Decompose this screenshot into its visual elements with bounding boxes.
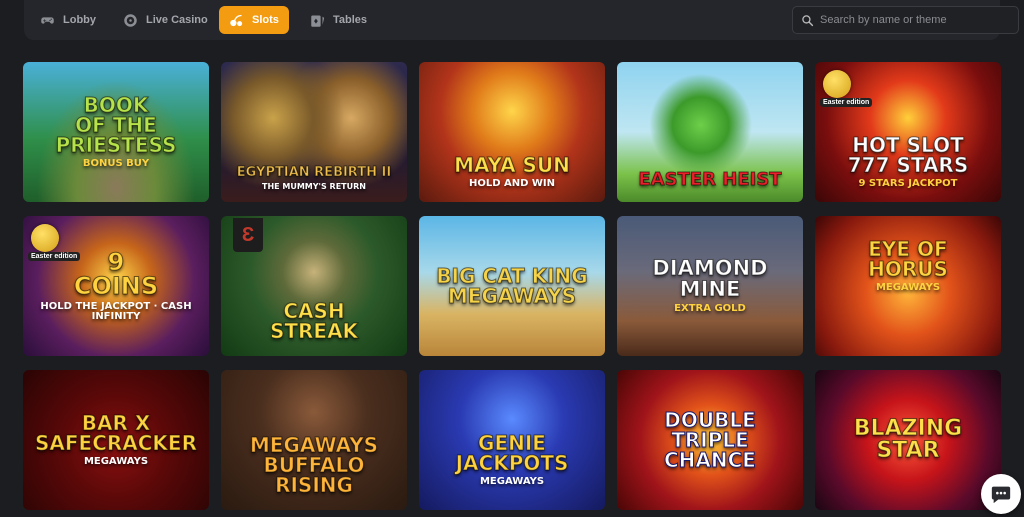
slots-game-grid: Book of the Priestess Bonus Buy Egyptian … [23, 62, 1001, 510]
easter-edition-badge-label: Easter edition [820, 98, 873, 107]
game-title: Megaways Buffalo Rising [249, 433, 379, 497]
tab-tables[interactable]: Tables [300, 6, 377, 34]
tab-lobby[interactable]: Lobby [30, 6, 106, 34]
game-title: Maya Sun Hold and Win [454, 153, 571, 189]
provider-logo-icon: Ɛ [233, 218, 263, 252]
game-title: 9 Coins Hold the Jackpot · Cash Infinity [40, 248, 192, 322]
game-card-maya-sun[interactable]: Maya Sun Hold and Win [419, 62, 605, 202]
game-title: Diamond Mine Extra Gold [652, 256, 768, 314]
game-card-genie-jackpots-megaways[interactable]: Genie Jackpots Megaways [419, 370, 605, 510]
search-input[interactable] [820, 14, 1010, 26]
game-card-egyptian-rebirth-2[interactable]: Egyptian Rebirth II The Mummy's Return [221, 62, 407, 202]
game-card-eye-of-horus-megaways[interactable]: Eye of Horus Megaways [815, 216, 1001, 356]
game-card-double-triple-chance[interactable]: Double Triple Chance [617, 370, 803, 510]
game-card-book-of-the-priestess[interactable]: Book of the Priestess Bonus Buy [23, 62, 209, 202]
game-title: Double Triple Chance [664, 408, 757, 472]
game-card-hot-slot-777-stars[interactable]: Easter edition Hot Slot 777 Stars 9 Stars… [815, 62, 1001, 202]
easter-edition-badge-icon [31, 224, 59, 252]
search-icon [802, 14, 814, 26]
game-title: Blazing Star [853, 416, 963, 463]
game-card-big-cat-king-megaways[interactable]: Big Cat King Megaways [419, 216, 605, 356]
game-title: Book of the Priestess Bonus Buy [55, 93, 177, 169]
gamepad-icon [41, 16, 54, 24]
roulette-icon [124, 13, 137, 27]
cherries-icon [230, 14, 243, 26]
game-title: Genie Jackpots Megaways [455, 431, 569, 487]
game-title: Cash Streak [269, 299, 359, 343]
game-title: Big Cat King Megaways [436, 264, 588, 308]
easter-edition-badge-icon [823, 70, 851, 98]
game-card-buffalo-rising-megaways[interactable]: Megaways Buffalo Rising [221, 370, 407, 510]
game-title: Easter Heist [638, 169, 782, 190]
tab-slots-label: Slots [252, 14, 279, 26]
tab-live-casino-label: Live Casino [146, 14, 208, 26]
live-chat-button[interactable] [981, 474, 1021, 514]
top-nav-bar: Lobby Live Casino Slots Tables [24, 0, 1019, 40]
game-card-blazing-star[interactable]: Blazing Star [815, 370, 1001, 510]
cards-icon [311, 15, 325, 27]
tab-tables-label: Tables [333, 14, 368, 26]
search-box[interactable] [792, 6, 1019, 34]
game-card-diamond-mine-extra-gold[interactable]: Diamond Mine Extra Gold [617, 216, 803, 356]
game-title: Egyptian Rebirth II The Mummy's Return [236, 164, 392, 191]
game-card-bar-x-safecracker-megaways[interactable]: Bar X Safecracker Megaways [23, 370, 209, 510]
game-title: Bar X Safecracker Megaways [34, 411, 197, 467]
chat-bubble-icon [991, 486, 1011, 504]
game-card-easter-heist[interactable]: Easter Heist [617, 62, 803, 202]
game-card-9-coins[interactable]: Easter edition 9 Coins Hold the Jackpot ·… [23, 216, 209, 356]
tab-live-casino[interactable]: Live Casino [113, 6, 218, 34]
tab-lobby-label: Lobby [63, 14, 96, 26]
tab-slots[interactable]: Slots [219, 6, 289, 34]
game-card-cash-streak[interactable]: Ɛ Cash Streak [221, 216, 407, 356]
game-title: Eye of Horus Megaways [868, 237, 949, 293]
game-title: Hot Slot 777 Stars 9 Stars Jackpot [847, 133, 969, 189]
